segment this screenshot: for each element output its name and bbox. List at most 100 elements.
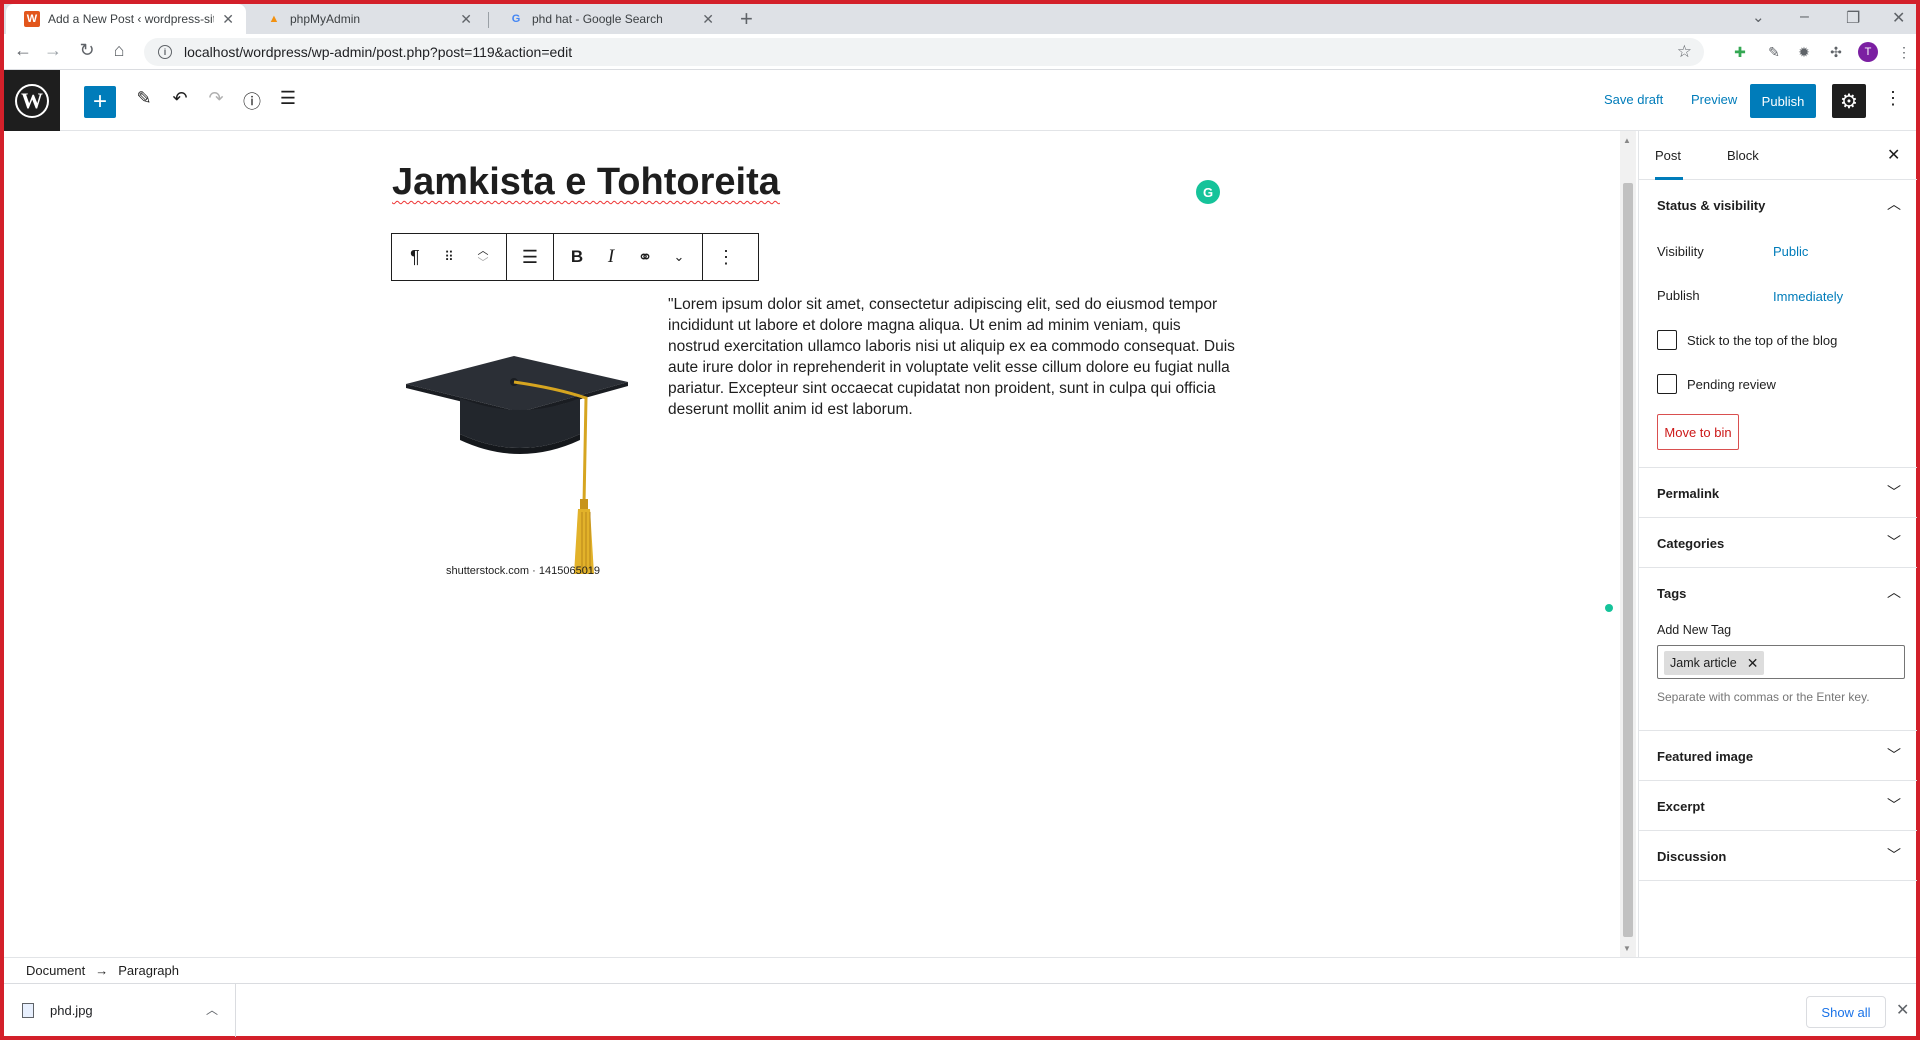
close-sidebar-icon[interactable]: ✕	[1887, 145, 1900, 165]
block-toolbar: ¶ ⠿ ︿ ﹀ ☰ B I ⚭ ⌄ ⋮	[391, 233, 759, 281]
panel-status-visibility[interactable]: Status & visibility ︿	[1639, 180, 1917, 230]
scroll-up-icon[interactable]: ▲	[1623, 136, 1631, 145]
remove-tag-icon[interactable]: ✕	[1747, 655, 1759, 672]
close-tab-icon[interactable]: ✕	[222, 11, 234, 28]
site-info-icon[interactable]: i	[158, 45, 172, 59]
publish-value[interactable]: Immediately	[1773, 289, 1843, 304]
add-block-button[interactable]: +	[84, 86, 116, 118]
edit-tools-icon[interactable]: ✎	[132, 88, 156, 109]
graduation-cap-image[interactable]	[396, 294, 650, 574]
chevron-up-icon: ︿	[1887, 196, 1901, 212]
download-filename: phd.jpg	[50, 1003, 93, 1018]
block-type-group: ¶ ⠿ ︿ ﹀	[392, 234, 507, 280]
settings-sidebar: Post Block ✕ Status & visibility ︿ Visib…	[1638, 131, 1917, 957]
align-left-icon[interactable]: ☰	[513, 234, 547, 280]
panel-tags[interactable]: Tags ︿	[1639, 568, 1917, 618]
sidebar-tabs: Post Block ✕	[1639, 131, 1917, 180]
breadcrumb-arrow: →	[95, 963, 109, 978]
grammarly-icon[interactable]: G	[1196, 180, 1220, 204]
tab-separator	[488, 12, 489, 28]
scrollbar-thumb[interactable]	[1623, 183, 1633, 937]
extension-bug-icon[interactable]: ✹	[1794, 42, 1814, 62]
download-bar: phd.jpg ︿ Show all ✕	[4, 983, 1916, 1037]
paragraph-block[interactable]: "Lorem ipsum dolor sit amet, consectetur…	[668, 294, 1236, 420]
extensions-puzzle-icon[interactable]: ✣	[1826, 42, 1846, 62]
close-tab-icon[interactable]: ✕	[460, 11, 472, 28]
chevron-down-icon: ﹀	[1887, 847, 1901, 863]
tab-phpmyadmin[interactable]: ▲ phpMyAdmin ✕	[248, 4, 484, 34]
download-item[interactable]: phd.jpg ︿	[4, 984, 236, 1037]
pending-review-checkbox[interactable]	[1657, 374, 1677, 394]
stick-to-top-label: Stick to the top of the blog	[1687, 333, 1838, 348]
panel-featured-image[interactable]: Featured image ﹀	[1639, 731, 1917, 781]
extension-dropper-icon[interactable]: ✎	[1764, 42, 1784, 62]
tab-post[interactable]: Post	[1655, 148, 1684, 180]
post-title[interactable]: Jamkista e Tohtoreita	[392, 161, 780, 204]
link-icon[interactable]: ⚭	[628, 234, 662, 280]
profile-avatar[interactable]: T	[1858, 42, 1878, 62]
chevron-down-icon: ﹀	[1887, 534, 1901, 550]
redo-icon[interactable]: ↷	[204, 88, 228, 109]
home-icon[interactable]: ⌂	[108, 40, 130, 61]
address-bar[interactable]: i localhost/wordpress/wp-admin/post.php?…	[144, 38, 1704, 66]
scroll-down-icon[interactable]: ▼	[1623, 944, 1631, 953]
publish-button[interactable]: Publish	[1750, 84, 1816, 118]
google-icon: G	[511, 13, 521, 25]
visibility-value[interactable]: Public	[1773, 244, 1808, 259]
stick-to-top-checkbox[interactable]	[1657, 330, 1677, 350]
image-caption[interactable]: shutterstock.com · 1415065019	[396, 565, 650, 577]
tab-strip: W Add a New Post ‹ wordpress-site ✕ ▲ ph…	[4, 4, 1916, 34]
tab-block[interactable]: Block	[1727, 148, 1759, 163]
italic-icon[interactable]: I	[594, 234, 628, 280]
panel-title: Categories	[1657, 536, 1725, 551]
more-options-icon[interactable]: ⋮	[1884, 88, 1902, 109]
tab-add-new-post[interactable]: W Add a New Post ‹ wordpress-site ✕	[6, 4, 246, 34]
panel-title: Tags	[1657, 586, 1687, 601]
reload-icon[interactable]: ↻	[76, 40, 98, 61]
list-view-icon[interactable]: ☰	[276, 88, 300, 109]
move-block-arrows-icon[interactable]: ︿ ﹀	[466, 234, 500, 280]
drag-handle-icon[interactable]: ⠿	[432, 234, 466, 280]
move-to-bin-button[interactable]: Move to bin	[1657, 414, 1739, 450]
breadcrumb-paragraph[interactable]: Paragraph	[118, 963, 179, 978]
align-group: ☰	[507, 234, 554, 280]
breadcrumb-document[interactable]: Document	[26, 963, 85, 978]
panel-title: Status & visibility	[1657, 198, 1766, 213]
new-tab-icon[interactable]: +	[740, 6, 753, 32]
show-all-button[interactable]: Show all	[1806, 996, 1886, 1028]
browser-menu-icon[interactable]: ⋮	[1894, 42, 1914, 62]
panel-permalink[interactable]: Permalink ﹀	[1639, 468, 1917, 518]
url-text: localhost/wordpress/wp-admin/post.php?po…	[184, 44, 573, 60]
settings-gear-icon[interactable]: ⚙	[1832, 84, 1866, 118]
undo-icon[interactable]: ↶	[168, 88, 192, 109]
back-icon[interactable]: ←	[12, 40, 34, 61]
chevron-down-icon: ﹀	[1887, 747, 1901, 763]
preview-button[interactable]: Preview	[1691, 92, 1737, 107]
tab-google-search[interactable]: G phd hat - Google Search ✕	[490, 4, 726, 34]
panel-categories[interactable]: Categories ﹀	[1639, 518, 1917, 568]
bookmark-star-icon[interactable]: ☆	[1677, 42, 1692, 62]
panel-excerpt[interactable]: Excerpt ﹀	[1639, 781, 1917, 831]
paragraph-icon[interactable]: ¶	[398, 234, 432, 280]
block-options-icon[interactable]: ⋮	[709, 234, 743, 280]
chevron-up-icon[interactable]: ︿	[206, 1001, 218, 1018]
tab-title: phpMyAdmin	[290, 12, 361, 26]
save-draft-button[interactable]: Save draft	[1604, 92, 1663, 107]
forward-icon[interactable]: →	[42, 40, 64, 61]
address-toolbar: ← → ↻ ⌂ i localhost/wordpress/wp-admin/p…	[4, 34, 1916, 70]
details-info-icon[interactable]: ⓘ	[240, 88, 264, 114]
tab-search-icon[interactable]: ⌄	[1752, 8, 1765, 26]
minimize-icon[interactable]: –	[1800, 8, 1809, 26]
close-window-icon[interactable]: ✕	[1892, 8, 1905, 28]
extension-drive-icon[interactable]: ✚	[1730, 42, 1750, 62]
panel-title: Excerpt	[1657, 799, 1705, 814]
tag-input[interactable]: Jamk article ✕	[1657, 645, 1905, 679]
restore-icon[interactable]: ❐	[1846, 8, 1860, 28]
bold-icon[interactable]: B	[560, 234, 594, 280]
chevron-up-icon: ︿	[1887, 584, 1901, 600]
more-rich-text-chevron-icon[interactable]: ⌄	[662, 234, 696, 280]
close-download-bar-icon[interactable]: ✕	[1896, 1000, 1909, 1020]
wordpress-logo[interactable]: W	[4, 70, 60, 131]
panel-discussion[interactable]: Discussion ﹀	[1639, 831, 1917, 881]
close-tab-icon[interactable]: ✕	[702, 11, 714, 28]
